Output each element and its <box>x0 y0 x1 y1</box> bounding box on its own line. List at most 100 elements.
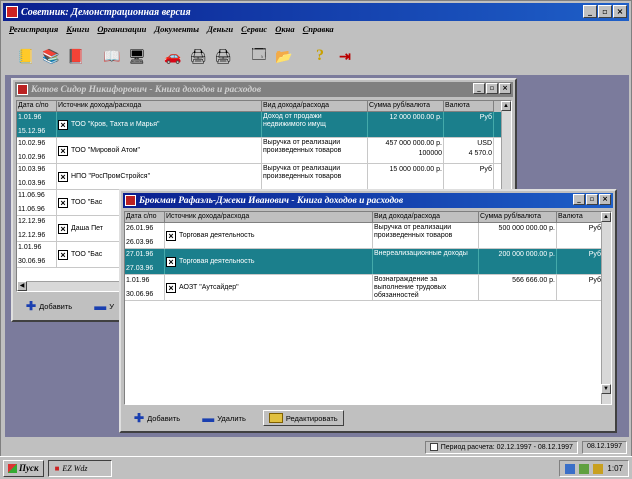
table-row[interactable]: 10.03.96 10.03.96 × НПО "РосПромСтройся" В… <box>17 164 511 190</box>
volume-icon[interactable] <box>579 463 590 474</box>
app-titlebar[interactable]: Советник: Демонстрационная версия _ ▫ × <box>3 3 629 21</box>
window2-titlebar[interactable]: Брокман Рафаэль-Джеки Иванович - Книга д… <box>123 193 613 208</box>
row-checkbox[interactable]: × <box>166 282 176 293</box>
row-currency: Руб <box>557 223 603 248</box>
window2-vertical-scrollbar[interactable]: ▲ ▼ <box>601 212 611 404</box>
window2-icon[interactable] <box>125 195 136 206</box>
date-from: 26.01.96 <box>126 225 154 232</box>
date-to: 26.03.96 <box>126 239 154 246</box>
status-period[interactable]: Период расчета: 02.12.1997 - 08.12.1997 <box>424 441 578 454</box>
start-button[interactable]: Пуск <box>3 459 44 477</box>
window1-minimize-button[interactable]: _ <box>473 83 485 94</box>
system-tray: 1:07 <box>559 460 629 477</box>
menu-documents[interactable]: Документы <box>154 24 199 38</box>
col-source[interactable]: Источник дохода/расхода <box>57 101 262 112</box>
scroll-up-button[interactable]: ▲ <box>601 212 611 222</box>
row-checkbox[interactable]: × <box>166 230 176 241</box>
menu-books[interactable]: Книги <box>66 24 89 38</box>
network-icon[interactable] <box>565 463 576 474</box>
window2-maximize-button[interactable]: ▫ <box>586 194 598 205</box>
col-type[interactable]: Вид дохода/расхода <box>373 212 479 223</box>
help-icon[interactable]: ? <box>309 45 331 67</box>
scroll-up-button[interactable]: ▲ <box>501 101 511 111</box>
row-source: Торговая деятельность <box>179 232 255 239</box>
date-to: 12.12.96 <box>18 232 46 239</box>
window1-close-button[interactable]: × <box>499 83 511 94</box>
col-date[interactable]: Дата с/по <box>125 212 165 223</box>
add-button[interactable]: ✚ Добавить <box>21 299 77 313</box>
scroll-left-button[interactable]: ◀ <box>17 281 27 291</box>
col-currency[interactable]: Валюта <box>557 212 603 223</box>
row-type: Внереализационные доходы <box>373 249 479 274</box>
window2-actions: ✚ Добавить ▬ Удалить Редактировать <box>129 410 344 426</box>
ledger-icon[interactable]: 📕 <box>65 45 87 67</box>
maximize-button[interactable]: ▫ <box>598 5 612 18</box>
folder-icon[interactable]: 📂 <box>273 45 295 67</box>
window2-close-button[interactable]: × <box>599 194 611 205</box>
minus-icon: ▬ <box>202 411 215 425</box>
col-type[interactable]: Вид дохода/расхода <box>262 101 368 112</box>
menu-organizations[interactable]: Организации <box>97 24 146 38</box>
col-amount[interactable]: Сумма руб/валюта <box>368 101 444 112</box>
menu-money[interactable]: Деньги <box>207 24 233 38</box>
table-row[interactable]: 27.01.96 27.03.96 × Торговая деятельность … <box>125 249 611 275</box>
col-currency[interactable]: Валюта <box>444 101 494 112</box>
row-amount: 15 000 000.00 р. <box>368 164 444 189</box>
scroll-down-button[interactable]: ▼ <box>601 384 611 394</box>
table-row[interactable]: 1.01.96 15.12.96 × ТОО "Кров, Тахта и Марь… <box>17 112 511 138</box>
row-checkbox[interactable]: × <box>58 249 68 260</box>
row-source: ТОО "Мировой Атом" <box>71 147 141 154</box>
period-checkbox[interactable] <box>429 443 438 451</box>
monitor-icon[interactable]: 🖥 <box>126 45 148 67</box>
row-checkbox[interactable]: × <box>166 256 176 267</box>
col-amount[interactable]: Сумма руб/валюта <box>479 212 557 223</box>
row-amount: 200 000 000.00 р. <box>479 249 557 274</box>
table-row[interactable]: 10.02.96 10.02.96 × ТОО "Мировой Атом" Выр… <box>17 138 511 164</box>
menu-registration[interactable]: Регистрация <box>9 24 58 38</box>
printer-setup-icon[interactable]: 🖨 <box>212 45 234 67</box>
window2-minimize-button[interactable]: _ <box>573 194 585 205</box>
close-button[interactable]: × <box>613 5 627 18</box>
minimize-button[interactable]: _ <box>583 5 597 18</box>
exit-icon[interactable]: ⇥ <box>334 45 356 67</box>
date-to: 10.03.96 <box>18 180 46 187</box>
row-checkbox[interactable]: × <box>58 145 68 156</box>
row-type: Выручка от реализации произведенных това… <box>373 223 479 248</box>
open-book-icon[interactable]: 📒 <box>15 45 37 67</box>
col-date[interactable]: Дата с/по <box>17 101 57 112</box>
book-open-icon[interactable]: 📖 <box>101 45 123 67</box>
books-icon[interactable]: 📚 <box>40 45 62 67</box>
row-checkbox[interactable]: × <box>58 197 68 208</box>
taskbar-app-button[interactable]: ■ EZ Wdz <box>47 459 112 477</box>
row-checkbox[interactable]: × <box>58 119 68 130</box>
delete-button[interactable]: ▬ Удалить <box>197 411 251 425</box>
printer-icon[interactable]: 🖨 <box>187 45 209 67</box>
table-row[interactable]: 1.01.96 30.06.96 × АОЗТ "Аутсайдер" Вознаг… <box>125 275 611 301</box>
menu-help[interactable]: Справка <box>303 24 334 38</box>
delete-button[interactable]: ▬ У <box>89 299 119 313</box>
window1-maximize-button[interactable]: ▫ <box>486 83 498 94</box>
table-row[interactable]: 26.01.96 26.03.96 × Торговая деятельность … <box>125 223 611 249</box>
row-checkbox[interactable]: × <box>58 223 68 234</box>
row-checkbox[interactable]: × <box>58 171 68 182</box>
window1-titlebar[interactable]: Котов Сидор Никифорович - Книга доходов … <box>15 82 513 97</box>
add-label: Добавить <box>147 413 181 423</box>
toolbar: 📒 📚 📕 📖 🖥 🚗 🖨 🖨 🗔 📂 ? ⇥ <box>5 41 627 71</box>
menu-windows[interactable]: Окна <box>275 24 294 38</box>
window1-title: Котов Сидор Никифорович - Книга доходов … <box>31 84 262 95</box>
car-icon[interactable]: 🚗 <box>162 45 184 67</box>
date-from: 1.01.96 <box>18 114 42 121</box>
window1-icon[interactable] <box>17 84 28 95</box>
window-icon[interactable]: 🗔 <box>248 45 270 67</box>
date-to: 30.06.96 <box>126 291 154 298</box>
row-currency: Руб <box>557 275 603 300</box>
delete-label: У <box>109 301 114 311</box>
plus-icon: ✚ <box>26 299 37 313</box>
keyboard-icon[interactable] <box>593 463 604 474</box>
add-button[interactable]: ✚ Добавить <box>129 411 185 425</box>
date-from: 10.02.96 <box>18 140 46 147</box>
app-icon[interactable] <box>6 6 18 18</box>
col-source[interactable]: Источник дохода/расхода <box>165 212 373 223</box>
edit-button[interactable]: Редактировать <box>262 410 344 426</box>
menu-service[interactable]: Сервис <box>241 24 267 38</box>
